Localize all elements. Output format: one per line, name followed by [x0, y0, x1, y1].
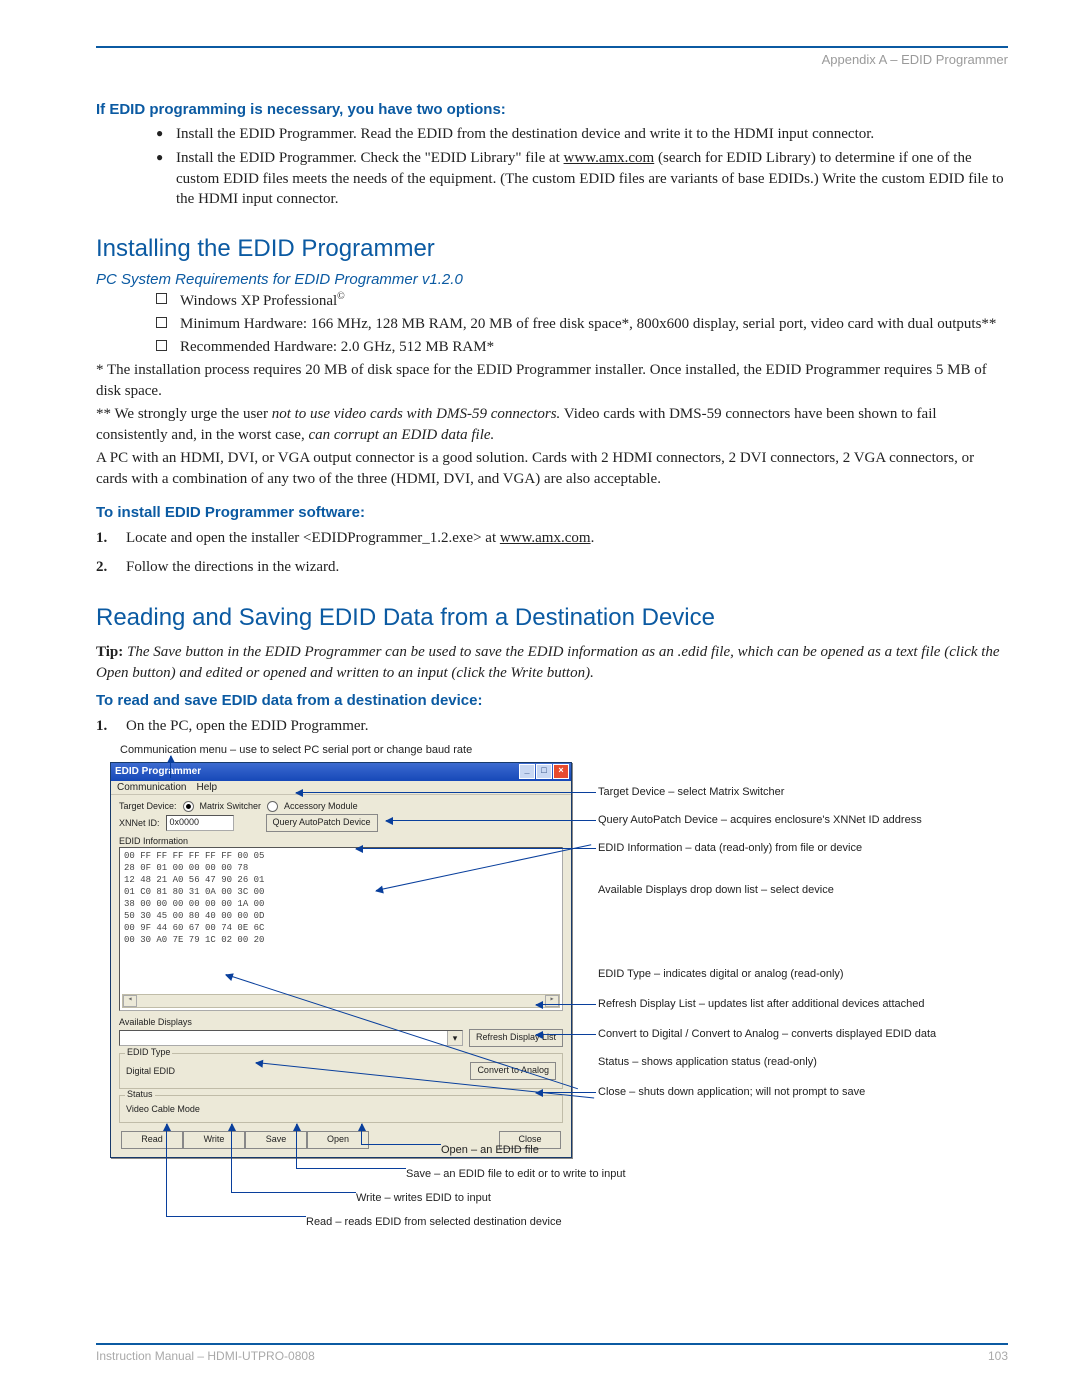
requirements-list: Windows XP Professional© Minimum Hardwar… [156, 290, 1008, 358]
edid-hex-grid: 00 FF FF FF FF FF FF 00 05 28 0F 01 00 0… [119, 847, 563, 1011]
arrow [231, 1124, 232, 1192]
install-step: 2.Follow the directions in the wizard. [96, 556, 1008, 579]
install-steps: 1.Locate and open the installer <EDIDPro… [96, 527, 1008, 578]
requirement-item: Windows XP Professional© [156, 290, 1008, 312]
footnote-1: * The installation process requires 20 M… [96, 360, 1008, 402]
install-heading: Installing the EDID Programmer [96, 235, 1008, 263]
callout-edid-type: EDID Type – indicates digital or analog … [598, 968, 998, 980]
arrow [536, 1004, 596, 1005]
edid-type-value: Digital EDID [126, 1066, 175, 1076]
write-button[interactable]: Write [183, 1131, 245, 1149]
arrow [296, 1168, 406, 1169]
page-header-breadcrumb: Appendix A – EDID Programmer [96, 50, 1008, 67]
option-item: Install the EDID Programmer. Read the ED… [156, 124, 1008, 144]
arrow [361, 1144, 441, 1145]
arrow [166, 1216, 306, 1217]
option-item: Install the EDID Programmer. Check the "… [156, 148, 1008, 209]
radio-matrix-switcher-label: Matrix Switcher [200, 801, 262, 811]
callout-close: Close – shuts down application; will not… [598, 1086, 998, 1098]
arrow [296, 792, 596, 793]
arrow [536, 1034, 596, 1035]
arrow [296, 1124, 297, 1168]
hardware-note: A PC with an HDMI, DVI, or VGA output co… [96, 448, 1008, 490]
read-steps: 1.On the PC, open the EDID Programmer. [96, 715, 1008, 738]
callout-status: Status – shows application status (read-… [598, 1056, 998, 1068]
arrow [231, 1192, 356, 1193]
requirements-heading: PC System Requirements for EDID Programm… [96, 271, 1008, 288]
read-sub-heading: To read and save EDID data from a destin… [96, 692, 1008, 709]
xnnet-id-label: XNNet ID: [119, 818, 160, 828]
callout-read: Read – reads EDID from selected destinat… [306, 1216, 562, 1228]
refresh-display-list-button[interactable]: Refresh Display List [469, 1029, 563, 1047]
callout-write: Write – writes EDID to input [356, 1192, 491, 1204]
to-install-heading: To install EDID Programmer software: [96, 504, 1008, 521]
hex-scrollbar[interactable]: ◂ ▸ [122, 994, 560, 1008]
window-titlebar[interactable]: EDID Programmer _ □ × [111, 763, 571, 781]
edid-programmer-figure: Communication menu – use to select PC se… [96, 744, 1008, 1304]
requirement-item: Recommended Hardware: 2.0 GHz, 512 MB RA… [156, 337, 1008, 358]
arrow [386, 820, 596, 821]
menu-help[interactable]: Help [196, 782, 217, 793]
callout-refresh-list: Refresh Display List – updates list afte… [598, 998, 998, 1010]
arrow [361, 1124, 362, 1144]
minimize-button[interactable]: _ [519, 764, 535, 779]
callout-open: Open – an EDID file [441, 1144, 539, 1156]
read-button[interactable]: Read [121, 1131, 183, 1149]
arrow [356, 848, 596, 849]
footnote-2: ** We strongly urge the user not to use … [96, 404, 1008, 446]
callout-edid-information: EDID Information – data (read-only) from… [598, 842, 998, 854]
radio-matrix-switcher[interactable] [183, 801, 194, 812]
open-button[interactable]: Open [307, 1131, 369, 1149]
edid-programmer-window: EDID Programmer _ □ × Communication Help… [110, 762, 572, 1158]
radio-accessory-module[interactable] [267, 801, 278, 812]
footer-page-number: 103 [988, 1349, 1008, 1363]
requirement-item: Minimum Hardware: 166 MHz, 128 MB RAM, 2… [156, 314, 1008, 335]
arrow [170, 756, 171, 778]
callout-convert: Convert to Digital / Convert to Analog –… [598, 1028, 998, 1040]
callout-save: Save – an EDID file to edit or to write … [406, 1168, 626, 1180]
window-title: EDID Programmer [115, 766, 201, 777]
edid-type-legend: EDID Type [125, 1047, 172, 1057]
footer-left: Instruction Manual – HDMI-UTPRO-0808 [96, 1349, 315, 1363]
install-step: 1.Locate and open the installer <EDIDPro… [96, 527, 1008, 550]
status-value: Video Cable Mode [126, 1104, 200, 1114]
available-displays-label: Available Displays [119, 1017, 563, 1027]
maximize-button[interactable]: □ [536, 764, 552, 779]
status-legend: Status [125, 1089, 155, 1099]
target-device-label: Target Device: [119, 801, 177, 811]
save-button[interactable]: Save [245, 1131, 307, 1149]
arrow [536, 1092, 596, 1093]
read-step: 1.On the PC, open the EDID Programmer. [96, 715, 1008, 738]
options-heading: If EDID programming is necessary, you ha… [96, 101, 1008, 118]
query-autopatch-button[interactable]: Query AutoPatch Device [266, 814, 378, 832]
callout-target-device: Target Device – select Matrix Switcher [598, 786, 998, 798]
available-displays-dropdown[interactable] [119, 1030, 463, 1046]
callout-available-displays: Available Displays drop down list – sele… [598, 884, 998, 896]
page-footer: Instruction Manual – HDMI-UTPRO-0808 103 [96, 1343, 1008, 1363]
callout-query-autopatch: Query AutoPatch Device – acquires enclos… [598, 814, 998, 826]
reading-heading: Reading and Saving EDID Data from a Dest… [96, 604, 1008, 632]
arrow [166, 1124, 167, 1216]
edid-information-label: EDID Information [119, 836, 563, 846]
xnnet-id-field[interactable]: 0x0000 [166, 815, 234, 831]
options-list: Install the EDID Programmer. Read the ED… [156, 124, 1008, 209]
menu-communication[interactable]: Communication [117, 782, 186, 793]
close-window-button[interactable]: × [553, 764, 569, 779]
tip-paragraph: Tip: The Save button in the EDID Program… [96, 642, 1008, 684]
radio-accessory-module-label: Accessory Module [284, 801, 358, 811]
